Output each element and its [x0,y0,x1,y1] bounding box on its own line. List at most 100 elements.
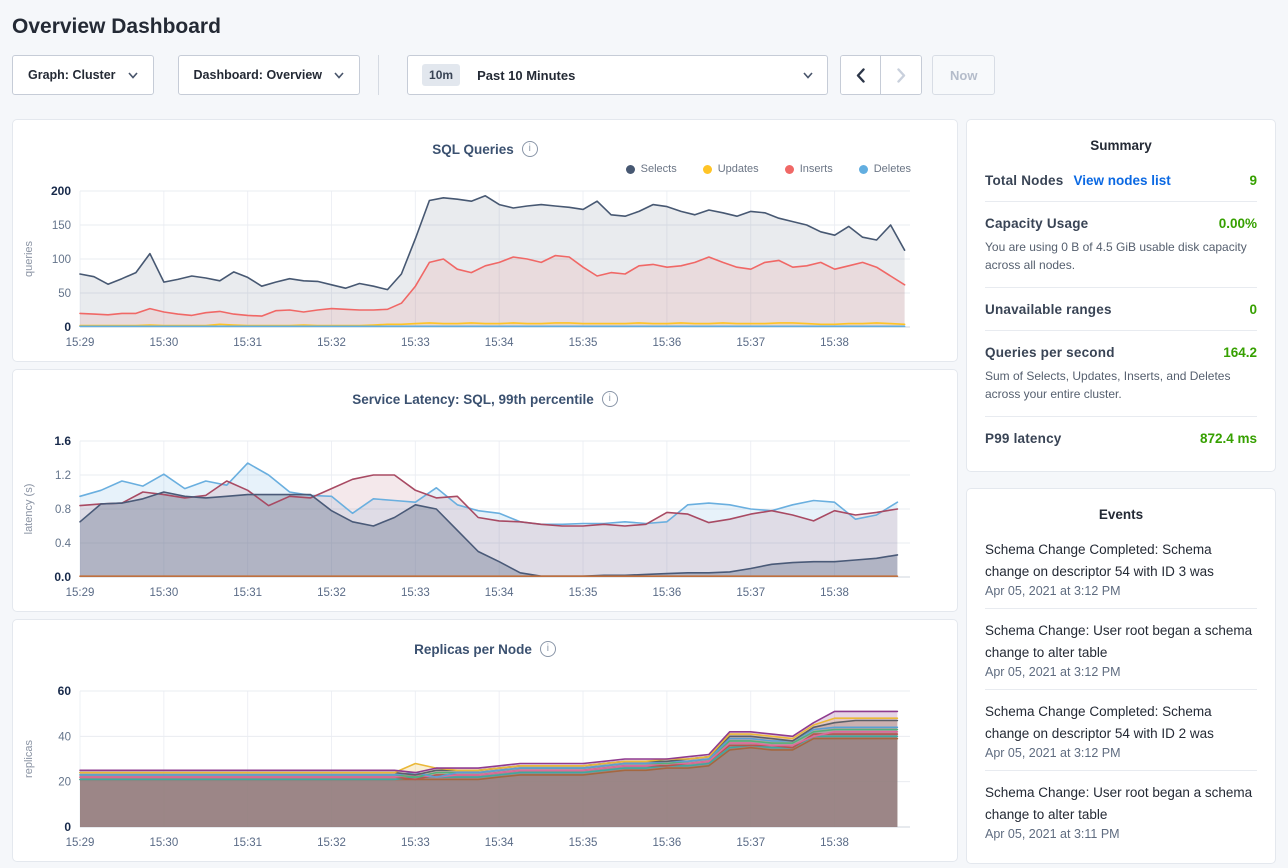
event-text[interactable]: Schema Change: User root began a schema … [985,620,1257,664]
svg-text:15:34: 15:34 [485,837,514,849]
event-date: Apr 05, 2021 at 3:12 PM [985,665,1257,679]
graph-dropdown[interactable]: Graph: Cluster [12,55,154,95]
legend-label: Selects [641,163,677,175]
svg-text:40: 40 [58,731,71,743]
svg-text:15:34: 15:34 [485,587,514,599]
chart-canvas: 15:2915:3015:3115:3215:3315:3415:3515:36… [18,179,952,353]
svg-text:0: 0 [64,820,71,834]
event-text[interactable]: Schema Change Completed: Schema change o… [985,701,1257,745]
svg-text:15:31: 15:31 [233,337,262,349]
capacity-usage-label: Capacity Usage [985,216,1088,231]
svg-text:15:30: 15:30 [149,587,178,599]
svg-text:15:29: 15:29 [66,337,95,349]
summary-row-p99: P99 latency 872.4 ms [985,417,1257,459]
time-nav-group [840,55,922,95]
svg-text:queries: queries [23,240,35,277]
chart-legend: Selects Updates Inserts Deletes [13,159,957,179]
svg-text:15:35: 15:35 [569,337,598,349]
time-range-label: Past 10 Minutes [477,68,803,83]
chevron-down-icon [334,72,344,79]
legend-label: Inserts [800,163,833,175]
svg-text:100: 100 [52,254,71,266]
svg-text:50: 50 [58,288,71,300]
chevron-left-icon [856,68,865,83]
info-icon[interactable]: i [540,641,556,657]
total-nodes-value: 9 [1249,173,1257,188]
toolbar-separator [378,55,379,95]
events-panel: Events Schema Change Completed: Schema c… [966,488,1276,864]
svg-text:15:37: 15:37 [736,837,765,849]
svg-text:15:30: 15:30 [149,837,178,849]
svg-text:15:38: 15:38 [820,587,849,599]
svg-text:60: 60 [58,684,72,698]
chart-legend [13,409,957,429]
svg-text:20: 20 [58,777,71,789]
toolbar: Graph: Cluster Dashboard: Overview 10m P… [12,55,1276,95]
summary-row-capacity: Capacity Usage 0.00% You are using 0 B o… [985,202,1257,288]
svg-text:15:35: 15:35 [569,587,598,599]
svg-text:200: 200 [51,184,71,198]
now-button[interactable]: Now [932,55,995,95]
svg-text:15:32: 15:32 [317,587,346,599]
service-latency-chart-card: Service Latency: SQL, 99th percentile i … [12,369,958,612]
replicas-per-node-chart-card: Replicas per Node i 15:2915:3015:3115:32… [12,619,958,862]
summary-panel: Summary Total Nodes View nodes list 9 Ca… [966,119,1276,472]
svg-text:15:31: 15:31 [233,837,262,849]
info-icon[interactable]: i [602,391,618,407]
legend-item: Inserts [785,163,833,175]
svg-text:15:32: 15:32 [317,337,346,349]
svg-text:15:35: 15:35 [569,837,598,849]
dashboard-dropdown-label: Dashboard: Overview [194,68,323,82]
summary-row-unavailable-ranges: Unavailable ranges 0 [985,288,1257,331]
legend-item: Selects [626,163,677,175]
graph-dropdown-label: Graph: Cluster [28,68,116,82]
svg-text:15:36: 15:36 [652,337,681,349]
event-date: Apr 05, 2021 at 3:12 PM [985,584,1257,598]
view-nodes-list-link[interactable]: View nodes list [1073,173,1170,188]
legend-dot-icon [626,165,635,174]
chevron-down-icon [128,72,138,79]
unavailable-ranges-value: 0 [1249,302,1257,317]
sidebar-column: Summary Total Nodes View nodes list 9 Ca… [966,119,1276,864]
legend-item: Updates [703,163,759,175]
chart-canvas: 15:2915:3015:3115:3215:3315:3415:3515:36… [18,679,952,853]
summary-title: Summary [985,138,1257,153]
chart-title: SQL Queries [432,142,514,157]
svg-text:15:29: 15:29 [66,587,95,599]
capacity-usage-description: You are using 0 B of 4.5 GiB usable disk… [985,238,1257,274]
event-item: Schema Change Completed: Schema change o… [985,528,1257,609]
next-range-button[interactable] [881,56,921,94]
time-range-badge: 10m [422,64,460,86]
chart-title: Replicas per Node [414,642,532,657]
event-text[interactable]: Schema Change Completed: Schema change o… [985,539,1257,583]
prev-range-button[interactable] [841,56,881,94]
svg-text:15:33: 15:33 [401,337,430,349]
time-range-selector[interactable]: 10m Past 10 Minutes [407,55,828,95]
page-title: Overview Dashboard [12,0,1276,55]
page: Overview Dashboard Graph: Cluster Dashbo… [0,0,1288,864]
chart-canvas: 15:29 15:30 15:31 15:32 15:33 15:34 15:35 15:36… [18,429,952,603]
legend-dot-icon [785,165,794,174]
svg-text:0.8: 0.8 [55,504,71,516]
dashboard-dropdown[interactable]: Dashboard: Overview [178,55,361,95]
svg-text:15:31: 15:31 [233,587,262,599]
charts-column: SQL Queries i Selects Updates Inserts Delet… [12,119,958,862]
qps-value: 164.2 [1223,345,1257,360]
svg-text:15:32: 15:32 [317,837,346,849]
svg-text:latency (s): latency (s) [23,484,35,535]
event-item: Schema Change: User root began a schema … [985,771,1257,851]
svg-text:15:38: 15:38 [820,337,849,349]
svg-text:15:33: 15:33 [401,587,430,599]
svg-text:15:36: 15:36 [652,587,681,599]
svg-text:15:37: 15:37 [736,337,765,349]
legend-label: Deletes [874,163,911,175]
sql-queries-chart-card: SQL Queries i Selects Updates Inserts Delet… [12,119,958,362]
chart-title: Service Latency: SQL, 99th percentile [352,392,594,407]
event-text[interactable]: Schema Change: User root began a schema … [985,782,1257,826]
info-icon[interactable]: i [522,141,538,157]
event-date: Apr 05, 2021 at 3:11 PM [985,827,1257,841]
svg-text:1.6: 1.6 [54,434,71,448]
summary-row-qps: Queries per second 164.2 Sum of Selects,… [985,331,1257,417]
svg-text:1.2: 1.2 [55,470,71,482]
summary-row-total-nodes: Total Nodes View nodes list 9 [985,159,1257,202]
